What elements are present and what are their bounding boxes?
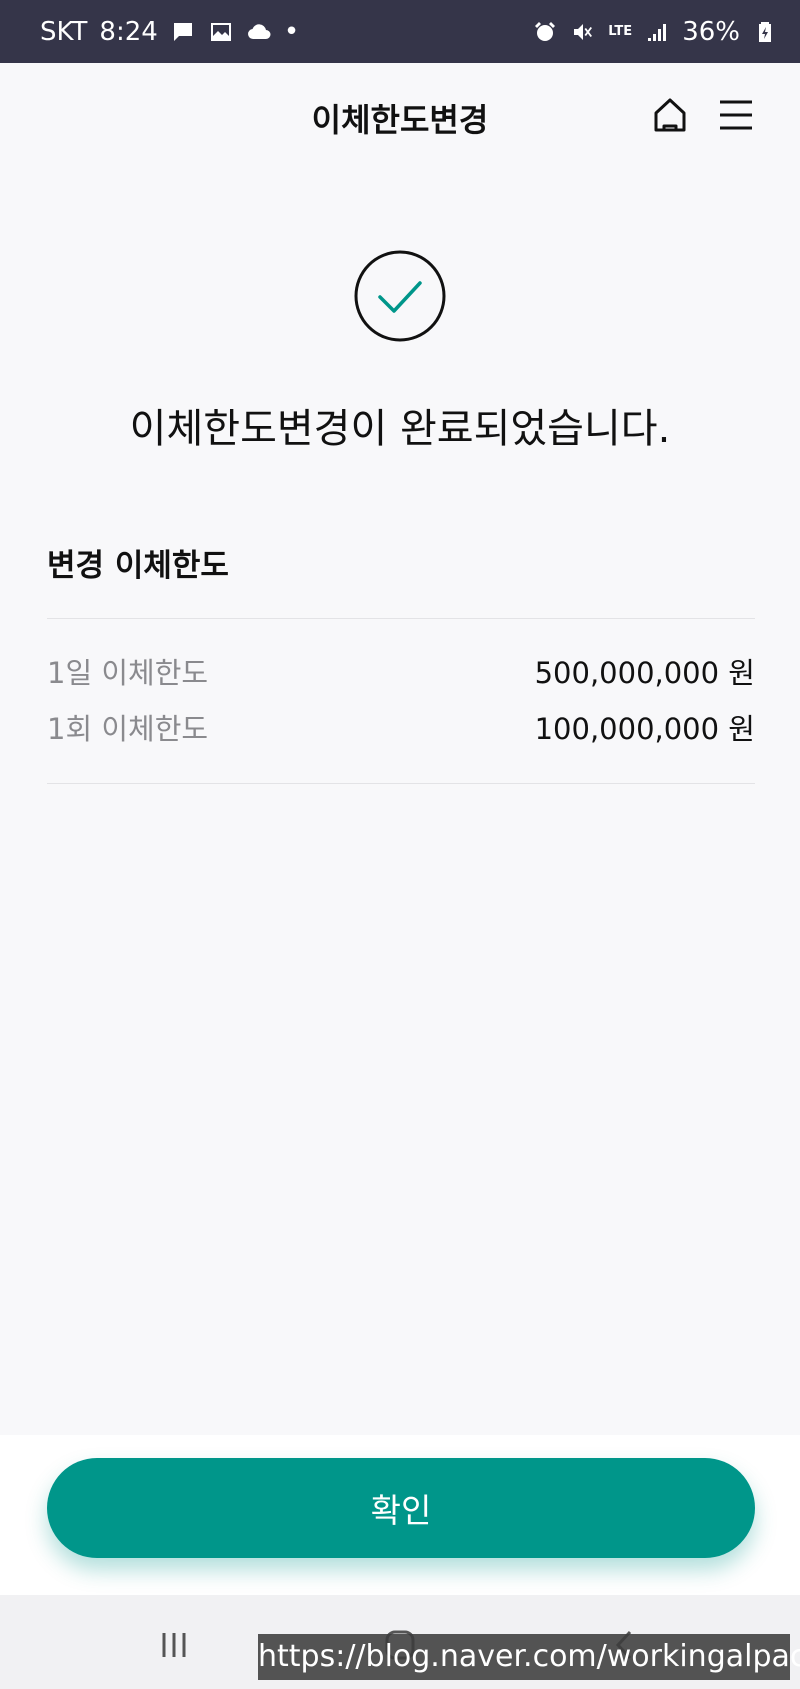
daily-limit-row: 1일 이체한도 500,000,000 원 [47,643,755,699]
carrier-label: SKT [40,16,88,47]
per-transfer-limit-label: 1회 이체한도 [47,712,209,746]
status-bar: SKT 8:24 • LTE 36% [0,0,800,63]
lte-indicator: LTE [608,23,633,39]
home-icon [654,98,686,132]
section-title: 변경 이체한도 [47,548,229,584]
more-notifications-dot-icon: • [283,16,300,47]
hamburger-menu-icon [720,100,752,130]
watermark: https://blog.naver.com/workingalpaca [258,1634,800,1680]
limit-rows: 1일 이체한도 500,000,000 원 1회 이체한도 100,000,00… [47,619,755,783]
page-title: 이체한도변경 [311,101,489,139]
check-circle-icon [354,250,446,342]
status-left: SKT 8:24 • [40,17,299,47]
battery-charging-icon [752,19,778,45]
image-notification-icon [208,19,234,45]
app-header: 이체한도변경 [0,63,800,173]
recent-apps-button[interactable] [154,1625,194,1665]
chat-notification-icon [170,19,196,45]
signal-icon [644,19,670,45]
per-transfer-limit-row: 1회 이체한도 100,000,000 원 [47,699,755,755]
alarm-icon [532,19,558,45]
home-button[interactable] [650,95,690,135]
mute-icon [570,19,596,45]
recent-apps-icon [162,1633,186,1657]
menu-button[interactable] [716,95,756,135]
cloud-notification-icon [246,19,272,45]
status-right: LTE 36% [532,17,778,47]
daily-limit-label: 1일 이체한도 [47,656,209,690]
daily-limit-value: 500,000,000 원 [534,656,755,690]
header-actions [650,95,756,135]
clock-label: 8:24 [99,16,158,47]
confirm-button[interactable]: 확인 [47,1458,755,1558]
battery-percent: 36% [682,16,740,47]
success-message: 이체한도변경이 완료되었습니다. [129,406,671,452]
divider [47,783,755,784]
per-transfer-limit-value: 100,000,000 원 [534,712,755,746]
limit-details: 변경 이체한도 1일 이체한도 500,000,000 원 1회 이체한도 10… [47,540,755,784]
